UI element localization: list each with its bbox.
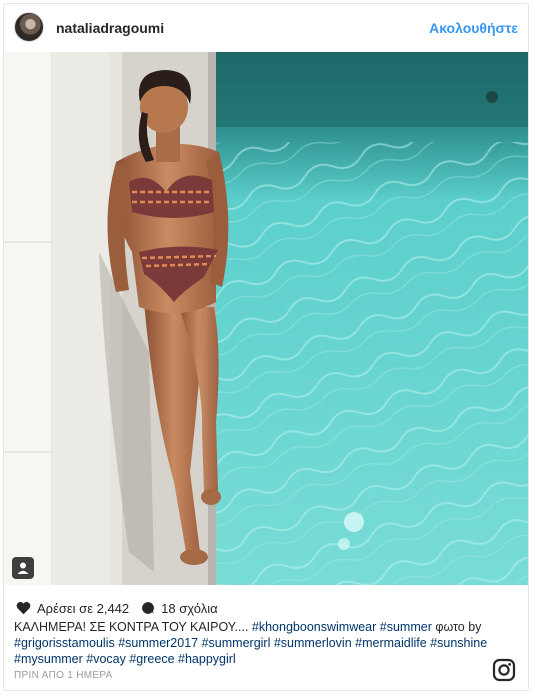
hashtag-link[interactable]: #vocay: [86, 652, 126, 666]
instagram-embed-card: nataliadragoumi Ακολουθήστε Αρέσει σε 2,…: [3, 3, 529, 691]
user-tag-icon[interactable]: [12, 557, 34, 579]
hashtag-link[interactable]: #khongboonswimwear: [252, 620, 376, 634]
avatar[interactable]: [14, 12, 44, 42]
hashtag-link[interactable]: #summerlovin: [274, 636, 352, 650]
hashtag-link[interactable]: #mysummer: [14, 652, 83, 666]
heart-icon[interactable]: [16, 601, 31, 615]
hashtag-link[interactable]: #mermaidlife: [355, 636, 427, 650]
hashtag-link[interactable]: #summer2017: [118, 636, 198, 650]
instagram-logo-icon[interactable]: [492, 658, 516, 682]
hashtag-link[interactable]: #summergirl: [202, 636, 271, 650]
username-link[interactable]: nataliadragoumi: [56, 20, 164, 36]
hashtag-link[interactable]: #grigorisstamoulis: [14, 636, 115, 650]
post-actions: Αρέσει σε 2,442 18 σχόλια: [16, 598, 218, 618]
post-header: nataliadragoumi Ακολουθήστε: [4, 4, 528, 52]
comment-bubble-icon[interactable]: [141, 601, 155, 615]
caption-text: ΚΑΛΗΜΕΡΑ! ΣΕ ΚΟΝΤΡΑ ΤΟΥ ΚΑΙΡΟΥ....: [14, 620, 252, 634]
caption-text: φωτο by: [431, 620, 482, 634]
post-timestamp[interactable]: ΠΡΙΝ ΑΠΟ 1 ΗΜΕΡΑ: [14, 670, 113, 681]
pool-scene-image: [4, 52, 528, 585]
comments-count[interactable]: 18 σχόλια: [161, 601, 217, 616]
hashtag-link[interactable]: #happygirl: [178, 652, 236, 666]
follow-button[interactable]: Ακολουθήστε: [429, 20, 518, 36]
hashtag-link[interactable]: #greece: [129, 652, 174, 666]
post-photo[interactable]: [4, 52, 528, 585]
post-caption: ΚΑΛΗΜΕΡΑ! ΣΕ ΚΟΝΤΡΑ ΤΟΥ ΚΑΙΡΟΥ.... #khon…: [14, 619, 489, 667]
hashtag-link[interactable]: #sunshine: [430, 636, 487, 650]
hashtag-link[interactable]: #summer: [380, 620, 432, 634]
likes-count[interactable]: Αρέσει σε 2,442: [37, 601, 129, 616]
